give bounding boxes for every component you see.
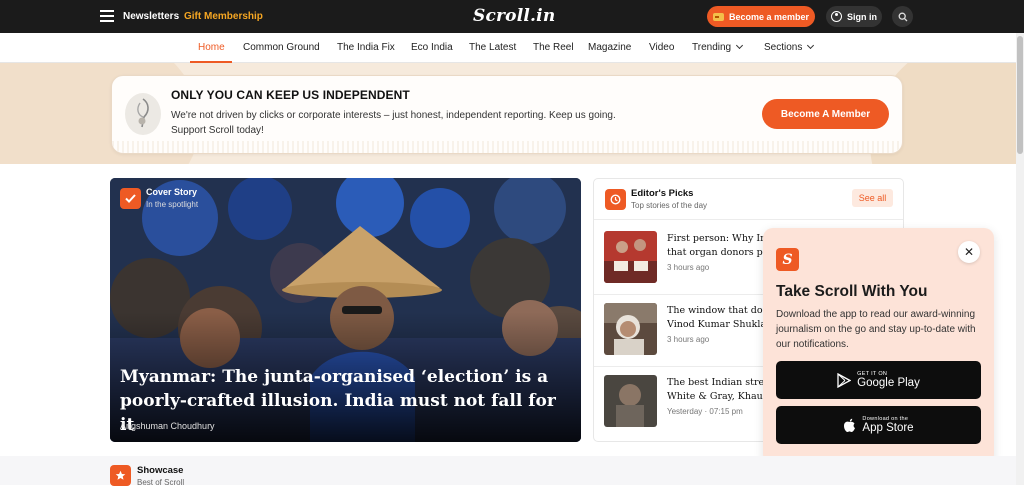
banner-text: We're not driven by clicks or corporate … bbox=[171, 110, 616, 136]
gift-membership-link[interactable]: Gift Membership bbox=[184, 11, 263, 22]
clock-icon bbox=[610, 194, 621, 205]
showcase-badge bbox=[110, 465, 131, 486]
sign-in-label: Sign in bbox=[847, 11, 877, 22]
google-play-button[interactable]: GET IT ON Google Play bbox=[776, 361, 981, 399]
article-thumbnail bbox=[604, 375, 657, 427]
chevron-down-icon bbox=[736, 41, 744, 50]
mascot-illustration bbox=[125, 93, 161, 135]
google-play-icon bbox=[837, 372, 852, 388]
app-store-button[interactable]: Download on the App Store bbox=[776, 406, 981, 444]
nav-video[interactable]: Video bbox=[649, 42, 674, 53]
editors-picks-title: Editor's Picks bbox=[631, 188, 694, 199]
become-a-member-button[interactable]: Become A Member bbox=[762, 99, 889, 129]
search-icon bbox=[898, 12, 907, 21]
article-thumbnail bbox=[604, 303, 657, 355]
nav-eco-india[interactable]: Eco India bbox=[411, 42, 453, 53]
sign-in-button[interactable]: Sign in bbox=[826, 6, 882, 27]
article-time: 3 hours ago bbox=[667, 263, 710, 272]
chevron-down-icon bbox=[807, 41, 815, 50]
cover-story-kicker: Cover Story bbox=[146, 187, 198, 197]
checkmark-icon bbox=[125, 194, 136, 203]
nav-common-ground[interactable]: Common Ground bbox=[243, 42, 320, 53]
app-promo-title: Take Scroll With You bbox=[776, 283, 928, 300]
showcase-title: Showcase bbox=[137, 465, 184, 476]
become-member-label: Become a member bbox=[728, 11, 810, 22]
top-bar: Newsletters Gift Membership Scroll.in Be… bbox=[0, 0, 1024, 33]
cover-story-badge bbox=[120, 188, 141, 209]
nav-sections-label: Sections bbox=[764, 42, 803, 53]
cover-story-subtitle: In the spotlight bbox=[146, 200, 199, 209]
app-promo-text: Download the app to read our award-winni… bbox=[776, 309, 976, 350]
become-member-button[interactable]: Become a member bbox=[707, 6, 815, 27]
cover-story-card[interactable]: Cover Story In the spotlight Myanmar: Th… bbox=[110, 178, 581, 442]
nav-the-latest[interactable]: The Latest bbox=[469, 42, 516, 53]
nav-trending[interactable]: Trending bbox=[692, 41, 744, 53]
nav-trending-label: Trending bbox=[692, 42, 732, 53]
close-icon[interactable]: ✕ bbox=[958, 241, 980, 263]
article-time: Yesterday · 07:15 pm bbox=[667, 407, 743, 416]
search-button[interactable] bbox=[892, 6, 913, 27]
showcase-subtitle: Best of Scroll bbox=[137, 478, 185, 487]
editors-picks-badge bbox=[605, 189, 626, 210]
nav-sections[interactable]: Sections bbox=[764, 41, 815, 53]
scroll-app-icon: S bbox=[776, 248, 799, 271]
nav-the-reel[interactable]: The Reel bbox=[533, 42, 574, 53]
menu-icon[interactable] bbox=[100, 10, 114, 22]
apple-icon bbox=[844, 418, 856, 432]
see-all-button[interactable]: See all bbox=[852, 189, 893, 207]
google-play-label: Google Play bbox=[857, 377, 920, 389]
scrollbar-thumb[interactable] bbox=[1017, 36, 1023, 154]
newsletters-link[interactable]: Newsletters bbox=[123, 11, 179, 22]
site-logo[interactable]: Scroll.in bbox=[473, 6, 555, 26]
user-icon bbox=[831, 11, 842, 22]
nav-home[interactable]: Home bbox=[198, 42, 225, 53]
article-time: 3 hours ago bbox=[667, 335, 710, 344]
app-store-label: App Store bbox=[862, 422, 914, 434]
main-nav: Home Common Ground The India Fix Eco Ind… bbox=[0, 33, 1024, 63]
banner-title: ONLY YOU CAN KEEP US INDEPENDENT bbox=[171, 88, 410, 102]
nav-magazine[interactable]: Magazine bbox=[588, 42, 631, 53]
cover-story-author[interactable]: Angshuman Choudhury bbox=[120, 421, 215, 431]
nav-india-fix[interactable]: The India Fix bbox=[337, 42, 395, 53]
article-thumbnail bbox=[604, 231, 657, 283]
card-icon bbox=[712, 12, 724, 21]
quill-hand-icon bbox=[137, 98, 149, 128]
editors-picks-subtitle: Top stories of the day bbox=[631, 201, 708, 210]
star-icon bbox=[115, 470, 126, 480]
